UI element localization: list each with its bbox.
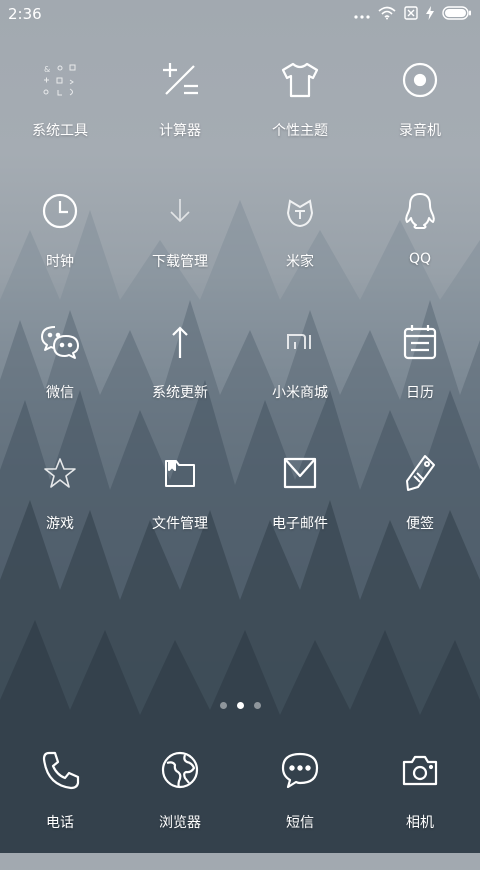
status-bar: 2:36: [0, 0, 480, 28]
app-label: 个性主题: [272, 123, 328, 139]
app-label: 系统更新: [152, 385, 208, 401]
app-calculator[interactable]: 计算器: [120, 50, 240, 180]
camera-icon: [398, 748, 442, 792]
app-mijia[interactable]: 米家: [240, 181, 360, 311]
app-system-update[interactable]: 系统更新: [120, 312, 240, 442]
status-time: 2:36: [8, 5, 42, 23]
app-messages[interactable]: 短信: [240, 740, 360, 870]
app-browser[interactable]: 浏览器: [120, 740, 240, 870]
app-label: 文件管理: [152, 516, 208, 532]
app-label: 时钟: [46, 254, 74, 270]
app-wechat[interactable]: 微信: [0, 312, 120, 442]
wifi-icon: [378, 5, 396, 24]
app-label: 录音机: [399, 123, 441, 139]
app-downloads[interactable]: 下载管理: [120, 181, 240, 311]
mijia-icon: [278, 189, 322, 233]
app-label: 短信: [286, 815, 314, 831]
calculator-icon: [158, 58, 202, 102]
tag-pen-icon: [398, 451, 442, 495]
app-mi-store[interactable]: 小米商城: [240, 312, 360, 442]
app-file-manager[interactable]: 文件管理: [120, 443, 240, 573]
chat-bubble-icon: [278, 748, 322, 792]
app-label: QQ: [408, 251, 432, 267]
arrow-up-icon: [158, 320, 202, 364]
app-calendar[interactable]: 日历: [360, 312, 480, 442]
app-email[interactable]: 电子邮件: [240, 443, 360, 573]
app-games[interactable]: 游戏: [0, 443, 120, 573]
battery-icon: [442, 5, 472, 24]
download-icon: [158, 189, 202, 233]
app-label: 电子邮件: [272, 516, 328, 532]
app-label: 相机: [406, 815, 434, 831]
phone-icon: [38, 748, 82, 792]
folder-icon: [158, 451, 202, 495]
app-label: 电话: [46, 815, 74, 831]
page-dot[interactable]: [253, 702, 261, 709]
calendar-icon: [398, 320, 442, 364]
app-label: 米家: [286, 254, 314, 270]
app-recorder[interactable]: 录音机: [360, 50, 480, 180]
app-phone[interactable]: 电话: [0, 740, 120, 870]
envelope-icon: [278, 451, 322, 495]
no-sim-icon: [404, 5, 418, 24]
mi-logo-icon: [278, 320, 322, 364]
app-label: 下载管理: [152, 254, 208, 270]
tshirt-icon: [278, 58, 322, 102]
app-label: 小米商城: [272, 385, 328, 401]
page-indicator[interactable]: [0, 702, 480, 712]
app-label: 微信: [46, 385, 74, 401]
app-notes[interactable]: 便签: [360, 443, 480, 573]
charging-icon: [426, 5, 434, 24]
app-label: 便签: [406, 516, 434, 532]
wechat-icon: [38, 320, 82, 364]
app-system-tools[interactable]: & 系统工具: [0, 50, 120, 180]
svg-text:&: &: [44, 65, 50, 74]
page-dot-active[interactable]: [236, 702, 244, 709]
qq-penguin-icon: [398, 189, 442, 233]
star-icon: [38, 451, 82, 495]
app-clock[interactable]: 时钟: [0, 181, 120, 311]
app-label: 日历: [406, 385, 434, 401]
page-dot[interactable]: [219, 702, 227, 709]
status-icons: [354, 5, 472, 24]
app-label: 浏览器: [159, 815, 201, 831]
record-icon: [398, 58, 442, 102]
app-label: 系统工具: [32, 123, 88, 139]
app-label: 游戏: [46, 516, 74, 532]
more-dots-icon: [354, 5, 370, 24]
app-label: 计算器: [159, 123, 201, 139]
tools-folder-icon: &: [38, 58, 82, 102]
app-themes[interactable]: 个性主题: [240, 50, 360, 180]
clock-icon: [38, 189, 82, 233]
app-qq[interactable]: QQ: [360, 181, 480, 311]
app-camera[interactable]: 相机: [360, 740, 480, 870]
dock: 电话 浏览器 短信 相机: [0, 740, 480, 850]
globe-icon: [158, 748, 202, 792]
